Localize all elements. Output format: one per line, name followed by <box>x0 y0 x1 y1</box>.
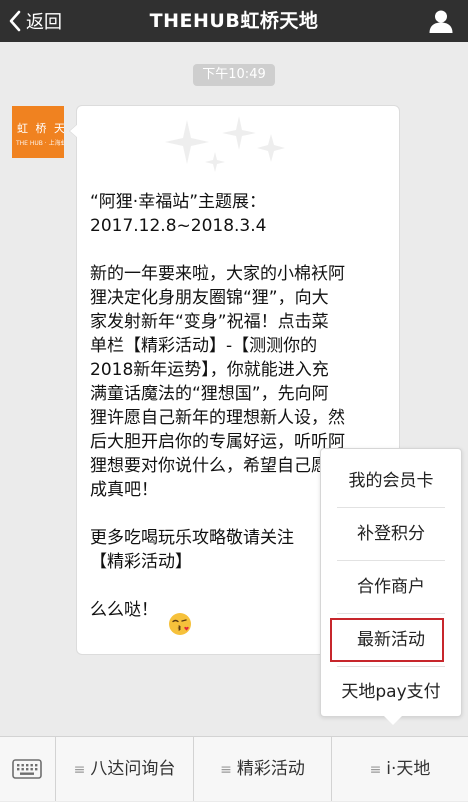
hamburger-icon: ≡ <box>220 762 232 778</box>
avatar-logo-subtext: THE HUB · 上海虹桥天地 <box>16 140 64 147</box>
keyboard-icon <box>12 759 42 779</box>
hamburger-icon: ≡ <box>369 762 382 778</box>
back-label: 返回 <box>26 12 62 33</box>
message-timestamp: 下午10:49 <box>193 64 275 86</box>
tab-i-tiandi[interactable]: ≡ i·天地 <box>332 737 468 801</box>
chevron-left-icon <box>9 10 21 32</box>
sender-avatar[interactable]: 虹 桥 天 地 THE HUB · 上海虹桥天地 <box>12 106 64 158</box>
menu-item-pay[interactable]: 天地pay支付 <box>321 666 461 718</box>
kiss-emoji-icon <box>169 613 191 635</box>
keyboard-toggle-button[interactable] <box>0 737 55 801</box>
tab-label: 精彩活动 <box>236 759 305 779</box>
bottom-menu-bar: ≡ 八达问询台 ≡ 精彩活动 ≡ i·天地 <box>0 736 468 801</box>
tab-label: i·天地 <box>386 759 431 779</box>
menu-item-points-makeup[interactable]: 补登积分 <box>321 508 461 560</box>
page-title: THEHUB虹桥天地 <box>149 10 319 32</box>
submenu-popup: 我的会员卡 补登积分 合作商户 最新活动 天地pay支付 <box>320 448 462 725</box>
tab-featured-events[interactable]: ≡ 精彩活动 <box>194 737 331 801</box>
sparkle-decoration-icon <box>165 116 285 172</box>
menu-item-member-card[interactable]: 我的会员卡 <box>321 455 461 507</box>
highlight-box <box>330 618 444 662</box>
avatar-logo-text: 虹 桥 天 地 <box>17 122 64 135</box>
menu-item-partner-merchants[interactable]: 合作商户 <box>321 561 461 613</box>
person-icon <box>429 10 453 33</box>
hamburger-icon: ≡ <box>73 762 86 778</box>
tab-label: 八达问询台 <box>90 759 176 779</box>
tab-info-desk[interactable]: ≡ 八达问询台 <box>56 737 193 801</box>
profile-button[interactable] <box>428 8 454 34</box>
top-nav-bar: 返回 THEHUB虹桥天地 <box>0 0 468 42</box>
back-button[interactable]: 返回 <box>8 0 62 42</box>
